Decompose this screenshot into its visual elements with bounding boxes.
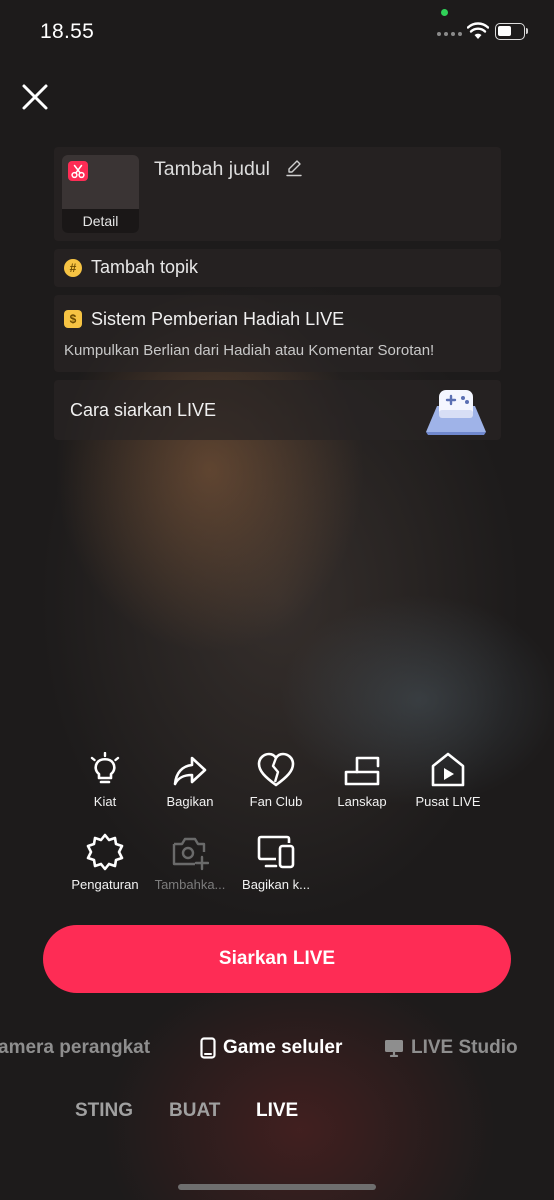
add-topic-label[interactable]: Tambah topik bbox=[91, 257, 198, 278]
live-center-icon bbox=[431, 752, 465, 787]
phone-icon bbox=[200, 1037, 216, 1059]
add-camera-icon bbox=[172, 837, 209, 871]
pencil-icon[interactable] bbox=[286, 159, 302, 177]
settings-gear-icon bbox=[86, 833, 124, 871]
tab-create[interactable]: BUAT bbox=[169, 1100, 220, 1122]
mode-live-studio-label: LIVE Studio bbox=[411, 1037, 518, 1058]
tool-settings-label: Pengaturan bbox=[71, 877, 139, 892]
tool-live-center-label: Pusat LIVE bbox=[415, 794, 481, 809]
tool-fan-club[interactable]: Fan Club bbox=[233, 752, 319, 809]
battery-icon bbox=[495, 23, 525, 40]
cover-thumbnail[interactable]: Detail bbox=[62, 155, 139, 233]
close-button[interactable] bbox=[18, 80, 52, 114]
wifi-icon bbox=[467, 22, 489, 39]
gift-system-title: Sistem Pemberian Hadiah LIVE bbox=[91, 309, 345, 329]
tool-add-camera[interactable]: Tambahka... bbox=[147, 833, 233, 892]
go-live-button[interactable]: Siarkan LIVE bbox=[43, 925, 511, 993]
home-indicator[interactable] bbox=[178, 1184, 376, 1190]
hashtag-icon: # bbox=[64, 259, 82, 277]
battery-tip bbox=[526, 28, 528, 34]
tool-landscape[interactable]: Lanskap bbox=[319, 752, 405, 809]
gift-system-subtitle: Kumpulkan Berlian dari Hadiah atau Komen… bbox=[64, 342, 435, 359]
landscape-icon bbox=[344, 756, 380, 786]
mode-device-camera[interactable]: amera perangkat bbox=[0, 1037, 150, 1059]
share-screen-icon bbox=[257, 835, 295, 869]
tool-share-label: Bagikan bbox=[166, 794, 214, 809]
mode-live-studio[interactable]: LIVE Studio bbox=[384, 1037, 518, 1059]
mode-mobile-game-label: Game seluler bbox=[223, 1037, 343, 1058]
tool-share[interactable]: Bagikan bbox=[147, 752, 233, 809]
share-icon bbox=[173, 756, 207, 786]
privacy-indicator-dot bbox=[441, 9, 448, 16]
lightbulb-icon bbox=[90, 752, 120, 784]
tool-fan-club-label: Fan Club bbox=[249, 794, 303, 809]
mode-mobile-game[interactable]: Game seluler bbox=[200, 1037, 342, 1059]
status-time: 18.55 bbox=[40, 20, 95, 43]
coin-icon: $ bbox=[64, 310, 82, 328]
tool-settings[interactable]: Pengaturan bbox=[62, 833, 148, 892]
tool-share-screen-label: Bagikan k... bbox=[242, 877, 310, 892]
scissors-icon bbox=[68, 161, 88, 181]
tool-tips[interactable]: Kiat bbox=[62, 752, 148, 809]
tool-share-screen[interactable]: Bagikan k... bbox=[233, 833, 319, 892]
monitor-icon bbox=[385, 1040, 403, 1057]
tool-tips-label: Kiat bbox=[93, 794, 117, 809]
live-mode-selector: amera perangkat Game seluler LIVE Studio bbox=[0, 1037, 554, 1065]
tool-landscape-label: Lanskap bbox=[337, 794, 387, 809]
tool-live-center[interactable]: Pusat LIVE bbox=[405, 752, 491, 809]
heart-icon bbox=[257, 752, 295, 787]
title-input[interactable]: Tambah judul bbox=[154, 158, 270, 181]
thumbnail-detail-label: Detail bbox=[62, 209, 139, 233]
cellular-signal-icon bbox=[437, 32, 462, 36]
tab-live[interactable]: LIVE bbox=[256, 1100, 298, 1122]
tool-add-camera-label: Tambahka... bbox=[154, 877, 226, 892]
gift-system-card[interactable] bbox=[54, 295, 501, 372]
tab-posting[interactable]: STING bbox=[75, 1100, 133, 1122]
mode-device-camera-label: amera perangkat bbox=[0, 1037, 151, 1058]
game-controller-illustration bbox=[426, 390, 486, 435]
how-to-live-label: Cara siarkan LIVE bbox=[70, 400, 217, 420]
